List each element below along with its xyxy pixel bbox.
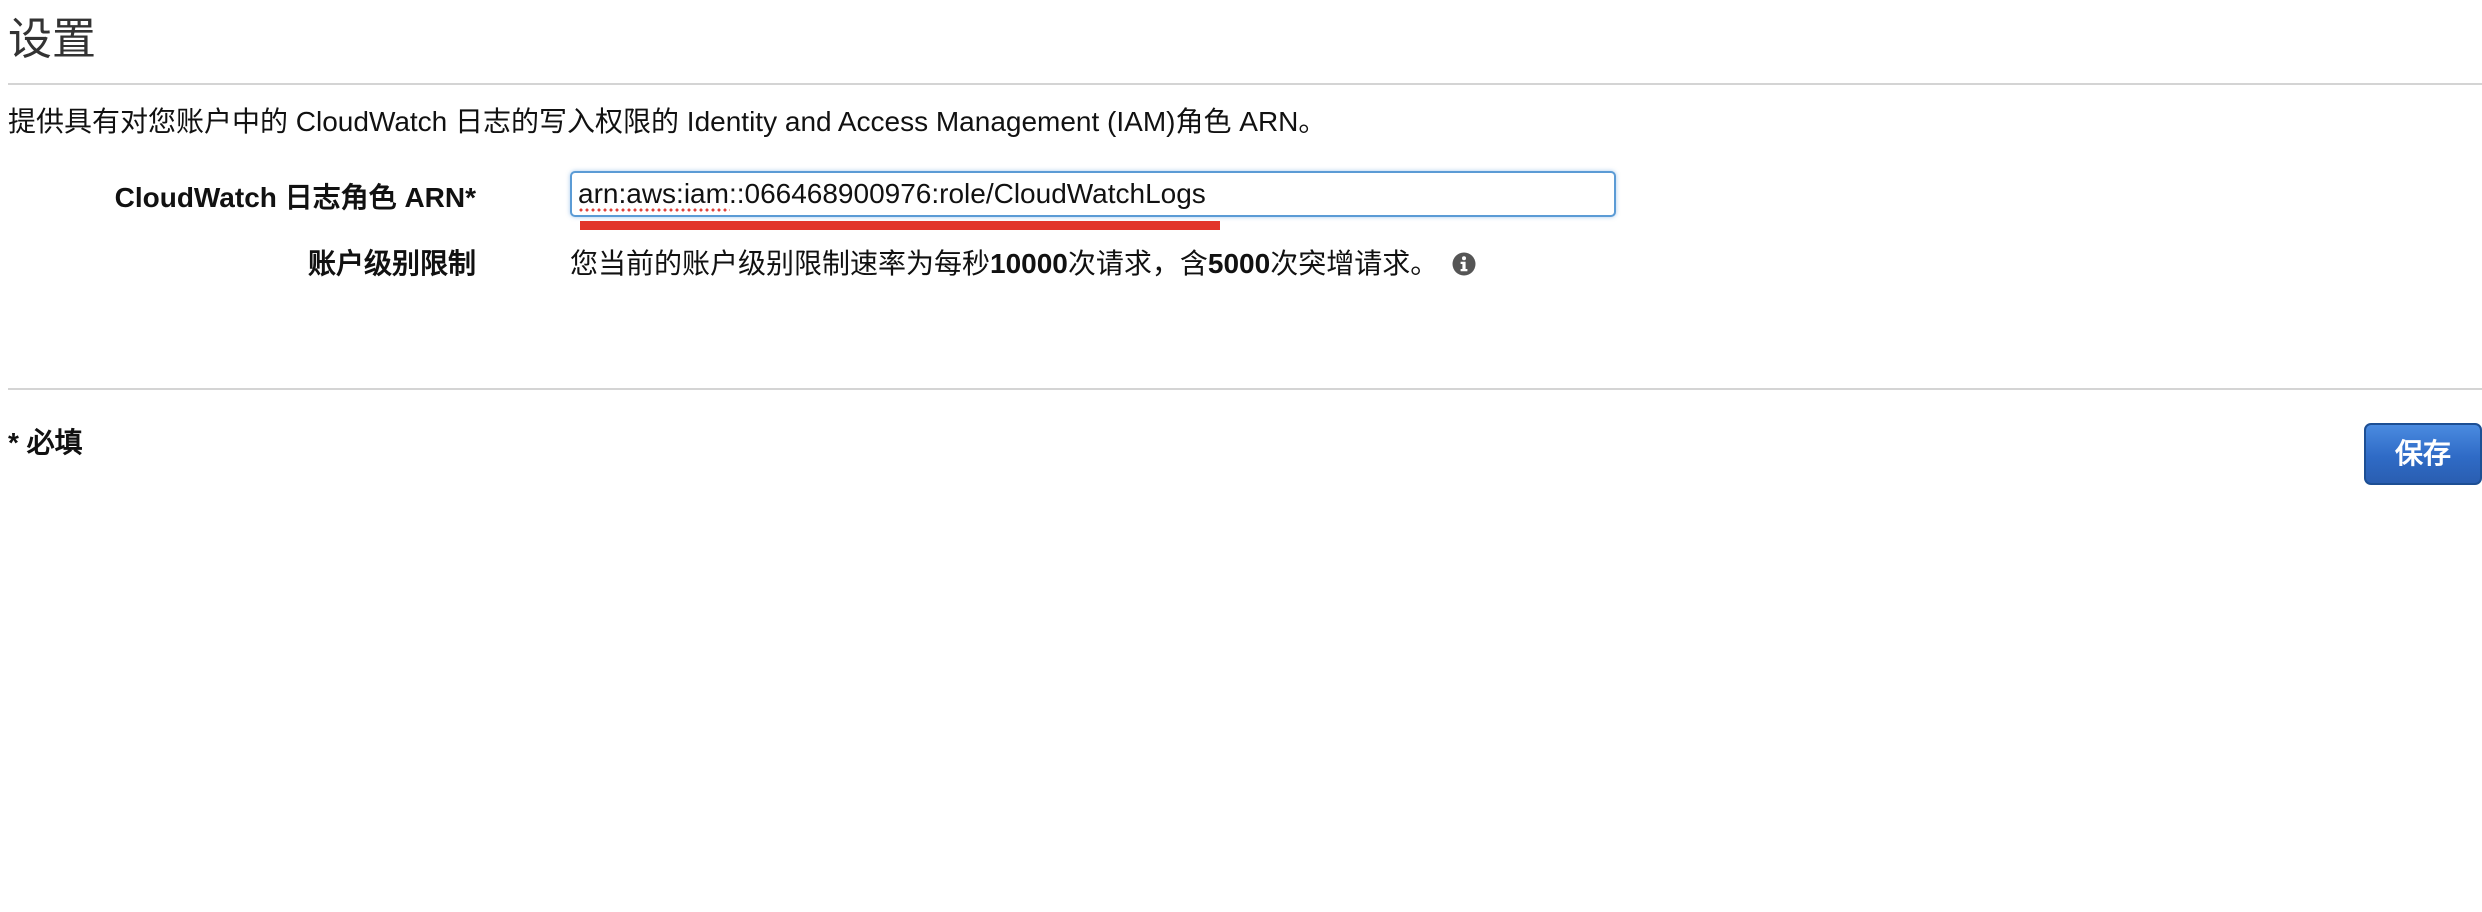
account-limit-text: 您当前的账户级别限制速率为每秒 10000 次请求，含 5000 次突增请求。 xyxy=(570,244,1476,284)
account-limit-label: 账户级别限制 xyxy=(307,248,476,279)
settings-page: 设置 提供具有对您账户中的 CloudWatch 日志的写入权限的 Identi… xyxy=(0,0,2482,912)
limit-rate-value: 10000 xyxy=(990,248,1068,279)
limit-text-prefix: 您当前的账户级别限制速率为每秒 xyxy=(570,248,991,279)
limit-burst-value: 5000 xyxy=(1207,248,1271,279)
save-button[interactable]: 保存 xyxy=(2364,423,2482,485)
footer-divider xyxy=(8,388,2482,390)
required-fields-note: * 必填 xyxy=(8,427,83,458)
arn-field-label: CloudWatch 日志角色 ARN* xyxy=(114,182,476,213)
title-divider xyxy=(8,83,2482,85)
spellcheck-underline xyxy=(578,208,730,212)
limit-text-suffix: 次突增请求。 xyxy=(1270,248,1439,279)
settings-description: 提供具有对您账户中的 CloudWatch 日志的写入权限的 Identity … xyxy=(8,106,1327,137)
limit-text-middle: 次请求，含 xyxy=(1067,248,1208,279)
section-title: 设置 xyxy=(8,15,96,64)
info-icon[interactable] xyxy=(1452,252,1476,276)
annotation-red-underline xyxy=(580,221,1220,230)
